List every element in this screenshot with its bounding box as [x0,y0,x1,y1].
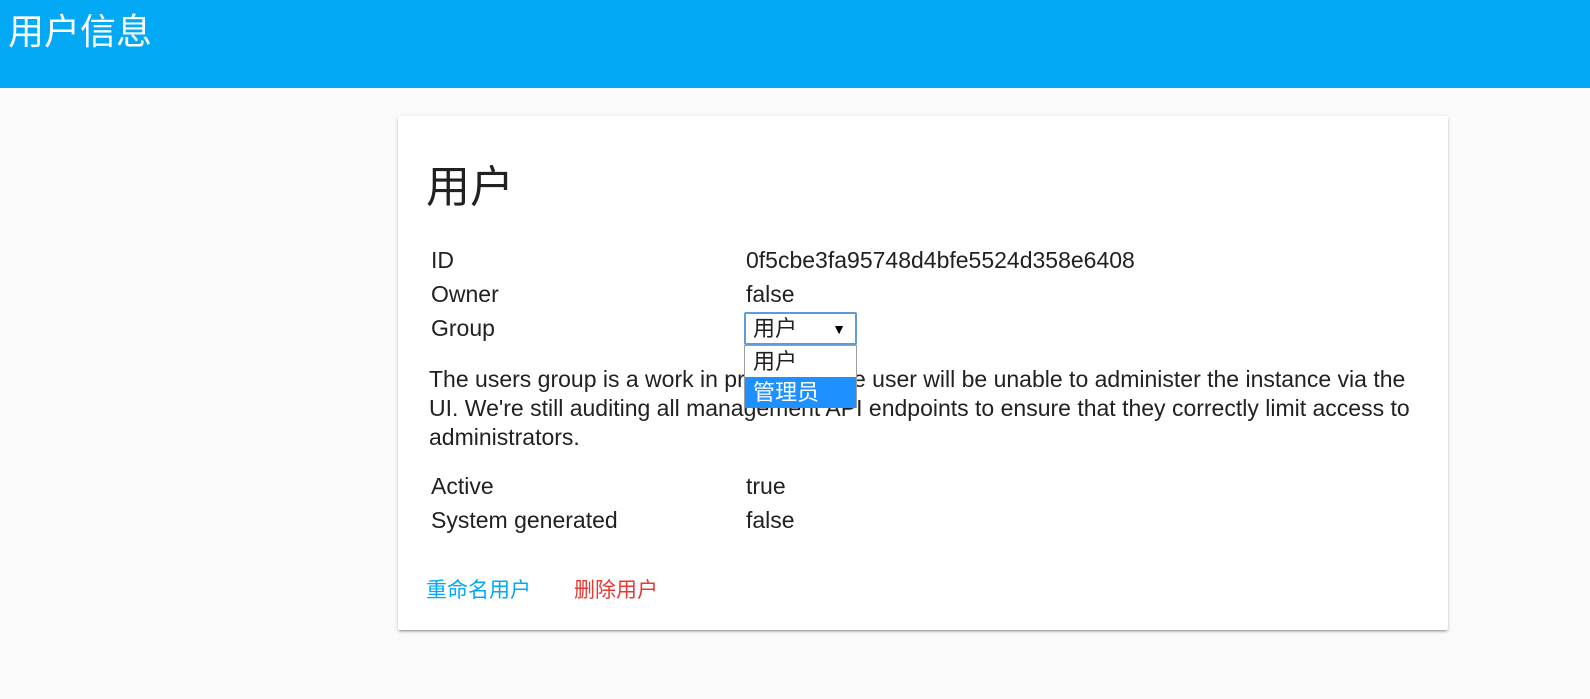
active-value: true [746,473,786,499]
user-info-card: 用户 ID 0f5cbe3fa95748d4bfe5524d358e6408 O… [398,116,1448,630]
group-note: The users group is a work in progress. T… [429,366,1410,450]
system-generated-label: System generated [431,507,618,533]
system-generated-value: false [746,507,795,533]
active-row: Active true [431,471,1431,501]
group-option-admin[interactable]: 管理员 [745,377,856,408]
owner-row: Owner false [431,279,1431,309]
delete-user-button[interactable]: 删除用户 [574,576,658,606]
id-row: ID 0f5cbe3fa95748d4bfe5524d358e6408 [431,245,1431,275]
group-option-user[interactable]: 用户 [745,346,856,377]
group-dropdown-list: 用户 管理员 [744,345,857,408]
group-select-value: 用户 [753,316,798,341]
rename-user-button[interactable]: 重命名用户 [426,576,531,606]
group-row: Group [431,313,1431,343]
dropdown-arrow-icon: ▼ [832,321,846,337]
group-label: Group [431,315,495,341]
page-title: 用户信息 [8,11,153,52]
owner-label: Owner [431,281,499,307]
app-header: 用户信息 [0,0,1590,88]
active-label: Active [431,473,494,499]
owner-value: false [746,281,795,307]
card-title: 用户 [426,163,514,212]
id-value: 0f5cbe3fa95748d4bfe5524d358e6408 [746,247,1135,273]
system-generated-row: System generated false [431,505,1431,535]
group-select[interactable]: 用户 ▼ [744,312,857,345]
id-label: ID [431,247,454,273]
